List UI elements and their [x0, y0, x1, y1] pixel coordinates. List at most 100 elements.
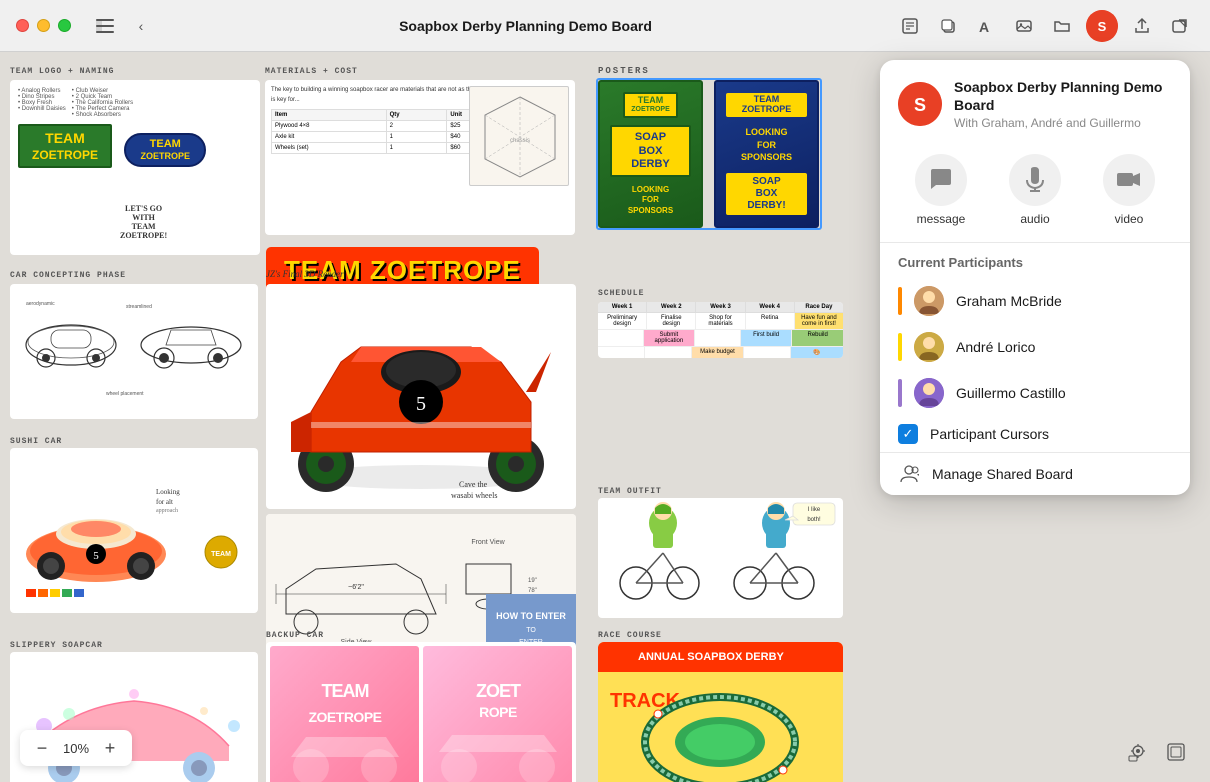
popup-actions: message audio video [880, 144, 1190, 242]
nav-controls: ‹ [91, 12, 155, 40]
svg-text:5: 5 [93, 550, 99, 562]
zoom-in-button[interactable]: + [98, 736, 122, 760]
cursors-label: Participant Cursors [930, 426, 1049, 442]
svg-text:I like: I like [808, 507, 821, 513]
svg-text:wasabi wheels: wasabi wheels [451, 491, 497, 500]
message-action[interactable]: message [915, 154, 967, 226]
svg-text:wheel placement: wheel placement [106, 391, 144, 397]
backup-label: BACKUP CAR [266, 624, 324, 642]
participant-name-andre: André Lorico [956, 339, 1035, 355]
popup-header: S Soapbox Derby Planning Demo Board With… [880, 60, 1190, 144]
svg-text:S: S [914, 95, 926, 115]
outfit-area: I like both! [598, 498, 843, 618]
svg-text:both!: both! [807, 517, 821, 523]
text-icon[interactable]: A [972, 12, 1000, 40]
manage-label: Manage Shared Board [932, 466, 1073, 482]
slippery-label: SLIPPERY SOAPCAR [10, 634, 103, 652]
svg-text:ZOETROPE: ZOETROPE [308, 709, 381, 725]
zoom-out-button[interactable]: − [30, 736, 54, 760]
participant-avatar-andre [914, 332, 944, 362]
manage-shared-board-item[interactable]: Manage Shared Board [880, 452, 1190, 495]
svg-text:~6'2": ~6'2" [348, 584, 364, 591]
poster-green: TEAM ZOETROPE SOAPBOXDERBY LOOKINGFORSPO… [598, 80, 703, 228]
team-logo-label: TEAM LOGO + NAMING [10, 60, 114, 78]
folder-icon[interactable] [1048, 12, 1076, 40]
participants-section-title: Current Participants [880, 243, 1190, 278]
bottom-right-tools [1124, 738, 1190, 766]
popup-board-avatar: S [898, 82, 942, 126]
video-icon [1103, 154, 1155, 206]
participant-cursors-toggle[interactable]: ✓ Participant Cursors [880, 416, 1190, 452]
video-action[interactable]: video [1103, 154, 1155, 226]
svg-text:Front View: Front View [471, 539, 505, 546]
sidebar-toggle-icon[interactable] [91, 12, 119, 40]
back-icon[interactable]: ‹ [127, 12, 155, 40]
zoom-value: 10% [58, 741, 94, 756]
manage-icon [898, 463, 920, 485]
participant-color-bar-graham [898, 287, 902, 315]
participant-name-guillermo: Guillermo Castillo [956, 385, 1066, 401]
participant-andre[interactable]: André Lorico [880, 324, 1190, 370]
popup-title-block: Soapbox Derby Planning Demo Board With G… [954, 78, 1172, 130]
svg-text:for alt: for alt [156, 498, 173, 506]
zoom-toolbar: − 10% + [20, 730, 132, 766]
audio-action[interactable]: audio [1009, 154, 1061, 226]
share-icon[interactable] [1128, 12, 1156, 40]
video-label: video [1115, 212, 1144, 226]
svg-text:ROPE: ROPE [479, 704, 517, 720]
sushi-car-label: SUSHI CAR [10, 430, 62, 448]
message-label: message [917, 212, 966, 226]
collaboration-popup: S Soapbox Derby Planning Demo Board With… [880, 60, 1190, 495]
backup-area: TEAM ZOETROPE ZOET ROPE [266, 642, 576, 782]
titlebar: ‹ Soapbox Derby Planning Demo Board A [0, 0, 1210, 52]
render-3d-area: 5 Cave the wasabi wheels — spicy! [266, 284, 576, 509]
poster-blue: TEAMZOETROPE LOOKINGFORSPONSORS SOAPBOXD… [714, 80, 819, 228]
audio-icon [1009, 154, 1061, 206]
fullscreen-icon[interactable] [1162, 738, 1190, 766]
new-window-icon[interactable] [1166, 12, 1194, 40]
participant-graham[interactable]: Graham McBride [880, 278, 1190, 324]
note-icon[interactable] [896, 12, 924, 40]
car-concept-label: CAR CONCEPTING PHASE [10, 264, 126, 282]
schedule-label: SCHEDULE [598, 282, 644, 300]
fit-to-screen-icon[interactable] [1124, 738, 1152, 766]
schedule-area: Week 1 Week 2 Week 3 Week 4 Race Day Pre… [598, 302, 843, 358]
team-logos-area: • Analog Rollers • Dino Stripes • Boxy F… [10, 80, 260, 255]
participant-color-bar-andre [898, 333, 902, 361]
svg-text:approach: approach [156, 508, 178, 514]
svg-text:A: A [979, 19, 989, 35]
outfit-label: TEAM OUTFIT [598, 480, 662, 498]
participant-name-graham: Graham McBride [956, 293, 1062, 309]
participant-avatar-guillermo [914, 378, 944, 408]
materials-label: MATERIALS + COST [265, 60, 358, 78]
maximize-button[interactable] [58, 19, 71, 32]
svg-text:TEAM: TEAM [321, 681, 368, 701]
svg-text:Cave the: Cave the [459, 480, 488, 489]
svg-text:TEAM: TEAM [211, 551, 231, 558]
svg-text:S: S [1098, 19, 1107, 34]
race-course-area: ANNUAL SOAPBOX DERBY TRACK LAYOUT [598, 642, 843, 782]
svg-text:5: 5 [416, 393, 426, 415]
posters-section-label: POSTERS [598, 60, 650, 78]
minimize-button[interactable] [37, 19, 50, 32]
copy-icon[interactable] [934, 12, 962, 40]
toolbar-tools: A S [896, 10, 1194, 42]
popup-subtitle: With Graham, André and Guillermo [954, 116, 1172, 130]
svg-text:aerodynamic: aerodynamic [26, 301, 55, 307]
race-course-label: RACE COURSE [598, 624, 662, 642]
svg-text:Looking: Looking [156, 488, 180, 496]
svg-text:streamlined: streamlined [126, 304, 152, 310]
svg-text:19": 19" [528, 578, 537, 584]
close-button[interactable] [16, 19, 29, 32]
cursors-checkbox[interactable]: ✓ [898, 424, 918, 444]
sushi-car-area: 5 Looking for alt approach TEAM [10, 448, 258, 613]
participant-avatar-graham [914, 286, 944, 316]
svg-text:chassis: chassis [510, 138, 530, 144]
window-title: Soapbox Derby Planning Demo Board [155, 18, 896, 34]
user-avatar[interactable]: S [1086, 10, 1118, 42]
popup-board-name: Soapbox Derby Planning Demo Board [954, 78, 1172, 114]
participant-guillermo[interactable]: Guillermo Castillo [880, 370, 1190, 416]
media-icon[interactable] [1010, 12, 1038, 40]
materials-area: The key to building a winning soapbox ra… [265, 80, 575, 235]
participant-color-bar-guillermo [898, 379, 902, 407]
